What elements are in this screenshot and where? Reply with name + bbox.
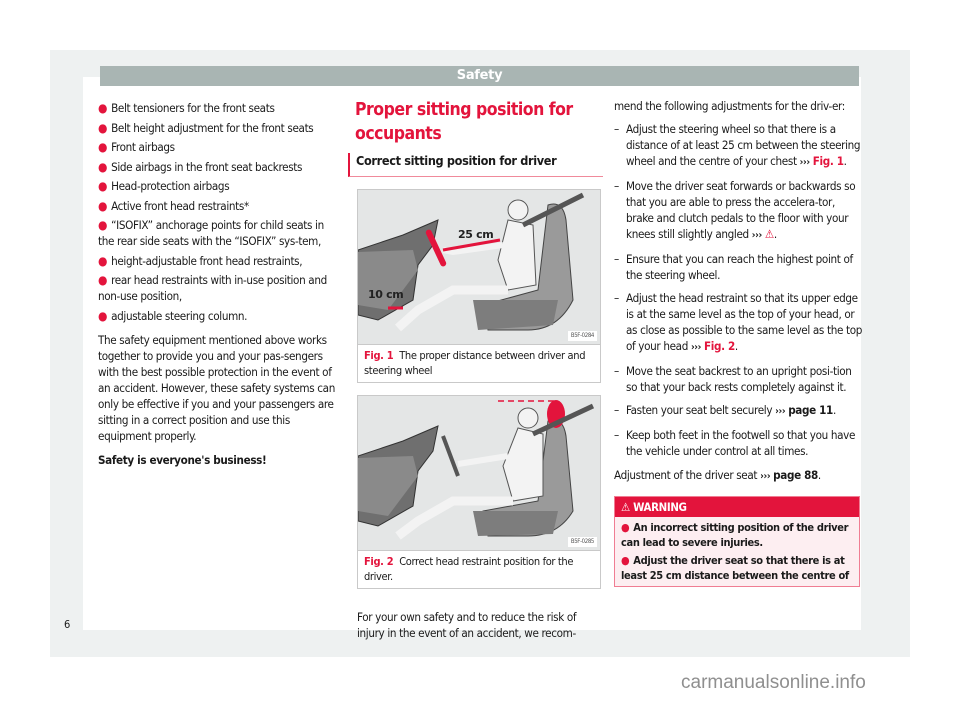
warning-box: ⚠ WARNING ● An incorrect sitting position… — [614, 496, 860, 587]
adjustment-step: – Move the driver seat forwards or backwa… — [614, 179, 856, 241]
ref-arrows-icon: ››› — [799, 157, 810, 168]
figure-code: B5F-0284 — [567, 331, 597, 341]
figure-1-illustration: 25 cm 10 cm B5F-0284 — [358, 190, 600, 345]
bullet-icon: ● — [98, 198, 108, 213]
warning-triangle-icon[interactable]: ⚠ — [765, 227, 774, 241]
list-item: ● Front airbags — [98, 140, 175, 154]
list-item: ● Side airbags in the front seat backrest… — [98, 159, 303, 174]
list-item: ● height-adjustable front head restraints… — [98, 253, 303, 268]
lead-text: mend the following adjustments for the d… — [614, 99, 845, 113]
section-header: Safety — [100, 66, 859, 86]
adjustment-step: – Adjust the head restraint so that its u… — [614, 291, 863, 353]
ref-arrows-icon: ››› — [751, 230, 762, 241]
equipment-list: ● Belt tensioners for the front seats ● Be… — [98, 100, 338, 324]
column-3: mend the following adjustments for the d… — [614, 98, 864, 587]
bullet-icon: ● — [98, 179, 108, 193]
head-restraint-illustration — [358, 400, 595, 540]
figure-2: B5F-0285 Fig. 2 Correct head restraint po… — [357, 395, 601, 589]
bullet-icon: ● — [621, 554, 630, 567]
figure-label: Fig. 2 — [364, 555, 394, 568]
warning-triangle-icon: ⚠ — [621, 500, 634, 514]
figure-link[interactable]: Fig. 2 — [704, 339, 735, 353]
warning-item: ● An incorrect sitting position of the dr… — [621, 521, 849, 549]
column-2: Proper sitting position for occupants Co… — [348, 98, 603, 641]
bullet-icon: ● — [98, 159, 108, 174]
figure-link[interactable]: Fig. 1 — [813, 154, 844, 168]
measure-25cm-label: 25 cm — [458, 228, 493, 241]
bullet-icon: ● — [98, 253, 108, 268]
column-1: ● Belt tensioners for the front seats ● Be… — [98, 100, 338, 468]
page-link[interactable]: page 11 — [788, 403, 833, 417]
figure-label: Fig. 1 — [364, 349, 394, 362]
warning-item: ● Adjust the driver seat so that there is… — [621, 554, 849, 582]
page-number: 6 — [64, 618, 71, 631]
list-item: ● Head-protection airbags — [98, 179, 230, 193]
figure-1-caption: Fig. 1 The proper distance between driver… — [364, 349, 586, 377]
bullet-icon: ● — [98, 101, 108, 115]
watermark: carmanualsonline.info — [681, 672, 866, 693]
warning-body: ● An incorrect sitting position of the dr… — [615, 517, 859, 586]
list-item: ● Belt height adjustment for the front se… — [98, 120, 314, 135]
subsection-heading: Correct sitting position for driver — [348, 153, 603, 177]
figure-1: 25 cm 10 cm B5F-0284 Fig. 1 The proper di… — [357, 189, 601, 383]
intro-paragraph: For your own safety and to reduce the ri… — [357, 610, 577, 640]
adjustment-step: – Ensure that you can reach the highest p… — [614, 252, 853, 282]
list-item: ● Belt tensioners for the front seats — [98, 101, 275, 115]
figure-2-caption: Fig. 2 Correct head restraint position fo… — [364, 555, 574, 583]
figure-2-illustration: B5F-0285 — [358, 396, 600, 551]
page-link[interactable]: page 88 — [773, 468, 818, 482]
measure-10cm-label: 10 cm — [368, 288, 403, 301]
bullet-icon: ● — [98, 140, 108, 154]
ref-arrows-icon: ››› — [775, 406, 786, 417]
driver-distance-illustration: 25 cm 10 cm — [358, 192, 585, 332]
bullet-icon: ● — [98, 120, 108, 135]
safety-slogan: Safety is everyone's business! — [98, 452, 267, 467]
warning-header: ⚠ WARNING — [615, 497, 859, 517]
ref-arrows-icon: ››› — [760, 471, 771, 482]
list-item: ● adjustable steering column. — [98, 308, 248, 323]
safety-paragraph: The safety equipment mentioned above wor… — [98, 332, 335, 443]
seat-adjustment-note: Adjustment of the driver seat ››› page 8… — [614, 468, 821, 482]
bullet-icon: ● — [98, 273, 108, 287]
list-item: ● “ISOFIX” anchorage points for child sea… — [98, 218, 324, 248]
list-item: ● Active front head restraints* — [98, 198, 249, 213]
adjustment-step: – Keep both feet in the footwell so that … — [614, 428, 856, 458]
adjustment-step: – Move the seat backrest to an upright po… — [614, 364, 852, 394]
adjustment-step: – Fasten your seat belt securely ››› page… — [614, 403, 836, 417]
bullet-icon: ● — [621, 521, 630, 534]
ref-arrows-icon: ››› — [690, 342, 702, 353]
section-heading: Proper sitting position for occupants — [355, 100, 573, 144]
bullet-icon: ● — [98, 218, 108, 232]
figure-code: B5F-0285 — [567, 537, 597, 547]
list-item: ● rear head restraints with in-use positi… — [98, 273, 327, 303]
bullet-icon: ● — [98, 308, 108, 323]
adjustment-step: – Adjust the steering wheel so that there… — [614, 122, 861, 168]
